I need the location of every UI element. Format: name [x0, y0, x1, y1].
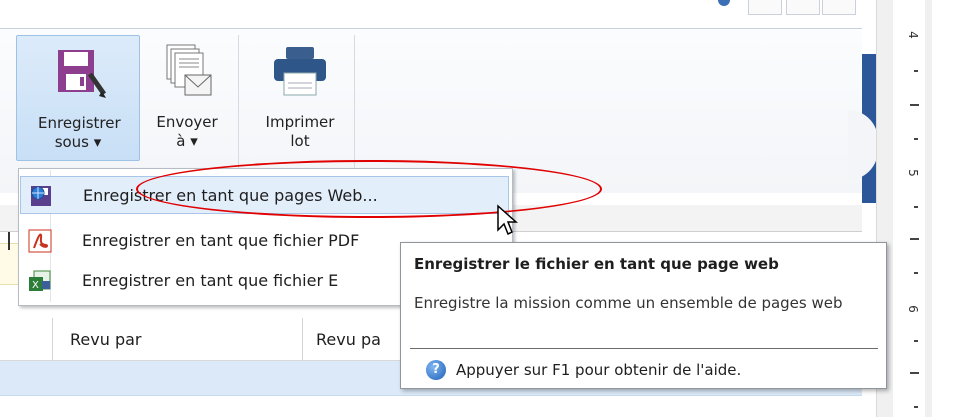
column-header-revu-par-2[interactable]: Revu pa	[316, 330, 381, 349]
ruler-tick	[910, 104, 919, 106]
send-to-button[interactable]: Envoyer à ▾	[140, 35, 234, 159]
save-as-icon	[50, 44, 107, 105]
restore-button[interactable]	[786, 0, 820, 15]
close-button[interactable]	[822, 0, 856, 15]
ruler-tick	[914, 340, 918, 342]
ruler-number: 4	[905, 31, 920, 39]
tooltip-title: Enregistrer le fichier en tant que page …	[414, 255, 779, 273]
column-separator[interactable]	[302, 318, 303, 360]
ruler-tick	[914, 70, 918, 72]
svg-text:X: X	[32, 280, 39, 291]
title-strip	[0, 0, 862, 28]
send-to-label: Envoyer à ▾	[156, 113, 218, 150]
printer-icon	[270, 43, 330, 104]
ruler-tick	[910, 238, 919, 240]
send-mail-icon	[161, 43, 213, 104]
save-as-label: Enregistrer sous ▾	[38, 114, 121, 151]
print-batch-label: Imprimer lot	[265, 113, 335, 150]
excel-icon: X	[28, 269, 52, 293]
ruler-tick	[914, 206, 918, 208]
column-separator[interactable]	[52, 318, 53, 360]
mouse-cursor-icon	[496, 204, 520, 242]
ruler-tick	[914, 406, 918, 408]
ruler-tick	[910, 372, 919, 374]
save-as-button[interactable]: Enregistrer sous ▾	[16, 35, 140, 161]
column-header-revu-par[interactable]: Revu par	[70, 330, 141, 349]
ruler-number: 6	[905, 305, 920, 313]
web-page-save-icon	[29, 184, 53, 208]
ruler-track	[893, 0, 925, 417]
left-edge-marker	[8, 232, 10, 250]
help-icon: ?	[426, 360, 446, 380]
ruler-tick	[914, 138, 918, 140]
ruler-number: 5	[905, 169, 920, 177]
print-batch-button[interactable]: Imprimer lot	[250, 35, 350, 159]
minimize-button[interactable]	[748, 0, 782, 15]
menu-item-label: Enregistrer en tant que fichier E	[82, 271, 339, 290]
annotation-ellipse	[136, 160, 602, 218]
tooltip-divider	[410, 348, 878, 349]
tooltip-body: Enregistre la mission comme un ensemble …	[414, 294, 843, 312]
ruler-tick	[914, 272, 918, 274]
menu-item-label: Enregistrer en tant que fichier PDF	[82, 231, 360, 250]
pdf-icon	[28, 229, 52, 253]
tooltip-help-text: Appuyer sur F1 pour obtenir de l'aide.	[456, 361, 742, 379]
